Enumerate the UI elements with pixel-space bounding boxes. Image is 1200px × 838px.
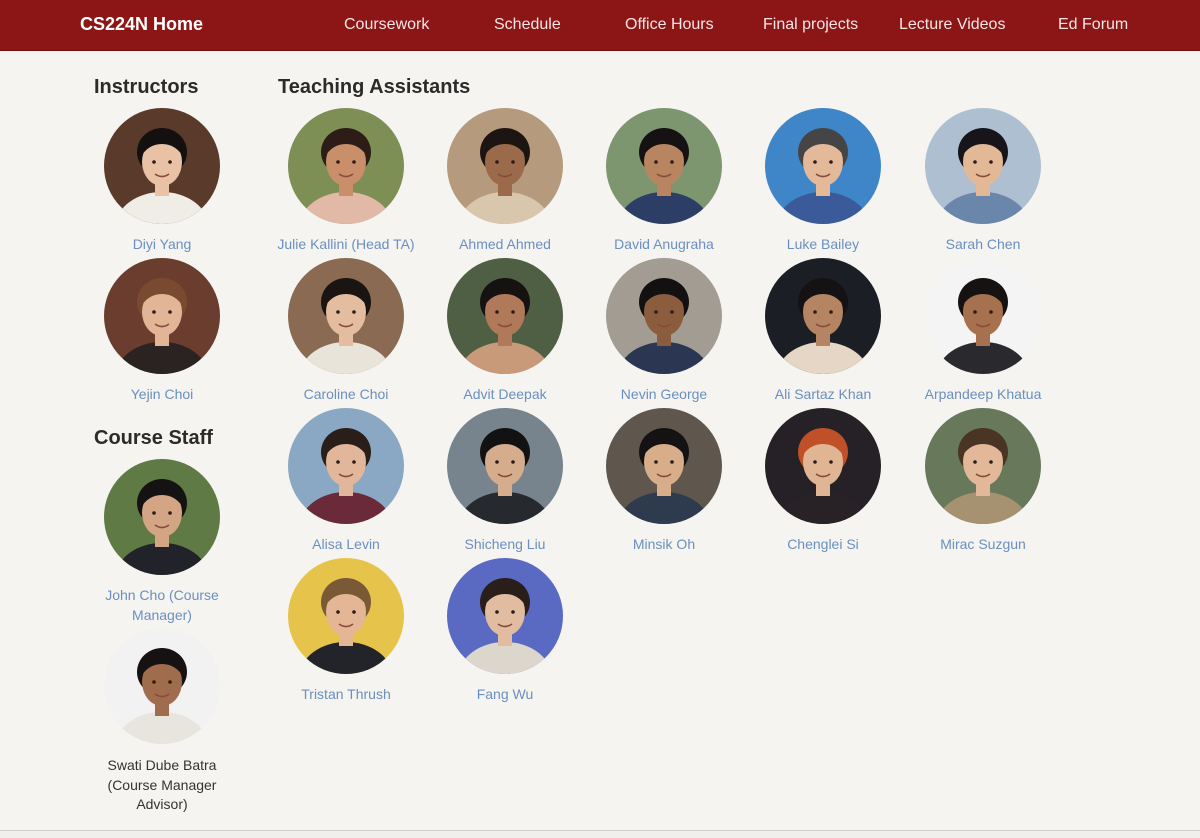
nav-link-lecture-videos[interactable]: Lecture Videos xyxy=(899,16,1005,34)
person-portrait-icon xyxy=(288,258,404,374)
course-staff-name: Swati Dube Batra (Course Manager Advisor… xyxy=(107,757,217,812)
ta-photo[interactable] xyxy=(925,408,1041,524)
person-portrait-icon xyxy=(104,628,220,744)
nav-link-ed-forum[interactable]: Ed Forum xyxy=(1058,16,1128,34)
course-staff-photo xyxy=(104,628,220,744)
person-portrait-icon xyxy=(447,408,563,524)
ta-photo[interactable] xyxy=(447,558,563,674)
instructor-name[interactable]: Yejin Choi xyxy=(82,385,242,405)
ta-card: Minsik Oh xyxy=(584,408,744,555)
ta-name[interactable]: Caroline Choi xyxy=(266,385,426,405)
nav-brand-home-link[interactable]: CS224N Home xyxy=(80,14,203,35)
ta-name[interactable]: Chenglei Si xyxy=(743,535,903,555)
ta-card: Advit Deepak xyxy=(425,258,585,405)
ta-card: Mirac Suzgun xyxy=(903,408,1063,555)
ta-name[interactable]: Alisa Levin xyxy=(266,535,426,555)
person-portrait-icon xyxy=(288,108,404,224)
ta-photo[interactable] xyxy=(765,258,881,374)
ta-name[interactable]: Advit Deepak xyxy=(425,385,585,405)
ta-name[interactable]: Shicheng Liu xyxy=(425,535,585,555)
ta-photo[interactable] xyxy=(925,258,1041,374)
person-portrait-icon xyxy=(447,108,563,224)
nav-link-final-projects[interactable]: Final projects xyxy=(763,16,858,34)
ta-card: Luke Bailey xyxy=(743,108,903,255)
person-portrait-icon xyxy=(104,459,220,575)
nav-link-schedule[interactable]: Schedule xyxy=(494,16,561,34)
course-staff-name[interactable]: John Cho (Course Manager) xyxy=(82,586,242,625)
ta-name[interactable]: Julie Kallini (Head TA) xyxy=(266,235,426,255)
ta-card: Caroline Choi xyxy=(266,258,426,405)
course-staff-card: Swati Dube Batra (Course Manager Advisor… xyxy=(82,628,242,815)
instructors-heading: Instructors xyxy=(94,76,199,98)
ta-photo[interactable] xyxy=(447,108,563,224)
person-portrait-icon xyxy=(606,408,722,524)
ta-card: Alisa Levin xyxy=(266,408,426,555)
person-portrait-icon xyxy=(104,108,220,224)
person-portrait-icon xyxy=(288,408,404,524)
person-portrait-icon xyxy=(447,558,563,674)
person-portrait-icon xyxy=(925,108,1041,224)
top-navbar: CS224N Home Coursework Schedule Office H… xyxy=(0,0,1200,51)
ta-card: Tristan Thrush xyxy=(266,558,426,705)
instructor-card: Diyi Yang xyxy=(82,108,242,255)
ta-photo[interactable] xyxy=(765,108,881,224)
person-portrait-icon xyxy=(925,408,1041,524)
course-staff-card: John Cho (Course Manager) xyxy=(82,459,242,625)
person-portrait-icon xyxy=(288,558,404,674)
course-staff-heading: Course Staff xyxy=(94,427,213,449)
ta-card: Sarah Chen xyxy=(903,108,1063,255)
instructor-photo[interactable] xyxy=(104,258,220,374)
ta-name[interactable]: Mirac Suzgun xyxy=(903,535,1063,555)
ta-card: Shicheng Liu xyxy=(425,408,585,555)
ta-name[interactable]: David Anugraha xyxy=(584,235,744,255)
ta-photo[interactable] xyxy=(447,258,563,374)
ta-name[interactable]: Luke Bailey xyxy=(743,235,903,255)
ta-photo[interactable] xyxy=(288,408,404,524)
ta-card: Ahmed Ahmed xyxy=(425,108,585,255)
person-portrait-icon xyxy=(447,258,563,374)
ta-card: Ali Sartaz Khan xyxy=(743,258,903,405)
person-portrait-icon xyxy=(765,108,881,224)
ta-card: Fang Wu xyxy=(425,558,585,705)
person-portrait-icon xyxy=(765,408,881,524)
ta-name[interactable]: Ahmed Ahmed xyxy=(425,235,585,255)
ta-name[interactable]: Sarah Chen xyxy=(903,235,1063,255)
teaching-assistants-heading: Teaching Assistants xyxy=(278,76,471,98)
ta-name[interactable]: Nevin George xyxy=(584,385,744,405)
ta-photo[interactable] xyxy=(765,408,881,524)
ta-name[interactable]: Ali Sartaz Khan xyxy=(743,385,903,405)
person-portrait-icon xyxy=(765,258,881,374)
ta-card: Arpandeep Khatua xyxy=(903,258,1063,405)
ta-name[interactable]: Tristan Thrush xyxy=(266,685,426,705)
ta-photo[interactable] xyxy=(606,108,722,224)
person-portrait-icon xyxy=(606,258,722,374)
ta-name[interactable]: Fang Wu xyxy=(425,685,585,705)
person-portrait-icon xyxy=(925,258,1041,374)
ta-photo[interactable] xyxy=(447,408,563,524)
ta-card: Chenglei Si xyxy=(743,408,903,555)
person-portrait-icon xyxy=(104,258,220,374)
ta-photo[interactable] xyxy=(288,558,404,674)
ta-photo[interactable] xyxy=(606,258,722,374)
course-staff-photo[interactable] xyxy=(104,459,220,575)
ta-photo[interactable] xyxy=(925,108,1041,224)
ta-photo[interactable] xyxy=(288,258,404,374)
ta-card: Julie Kallini (Head TA) xyxy=(266,108,426,255)
nav-link-coursework[interactable]: Coursework xyxy=(344,16,429,34)
ta-name[interactable]: Arpandeep Khatua xyxy=(903,385,1063,405)
ta-photo[interactable] xyxy=(288,108,404,224)
instructor-name[interactable]: Diyi Yang xyxy=(82,235,242,255)
instructor-photo[interactable] xyxy=(104,108,220,224)
ta-photo[interactable] xyxy=(606,408,722,524)
ta-card: David Anugraha xyxy=(584,108,744,255)
nav-link-office-hours[interactable]: Office Hours xyxy=(625,16,714,34)
person-portrait-icon xyxy=(606,108,722,224)
instructor-card: Yejin Choi xyxy=(82,258,242,405)
ta-card: Nevin George xyxy=(584,258,744,405)
ta-name[interactable]: Minsik Oh xyxy=(584,535,744,555)
